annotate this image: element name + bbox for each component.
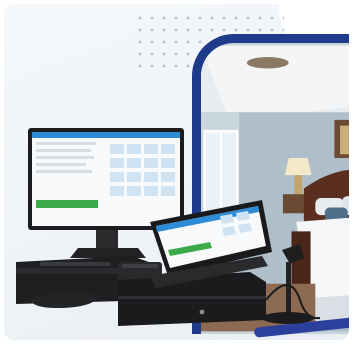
pos-system-illustration bbox=[16, 128, 321, 326]
